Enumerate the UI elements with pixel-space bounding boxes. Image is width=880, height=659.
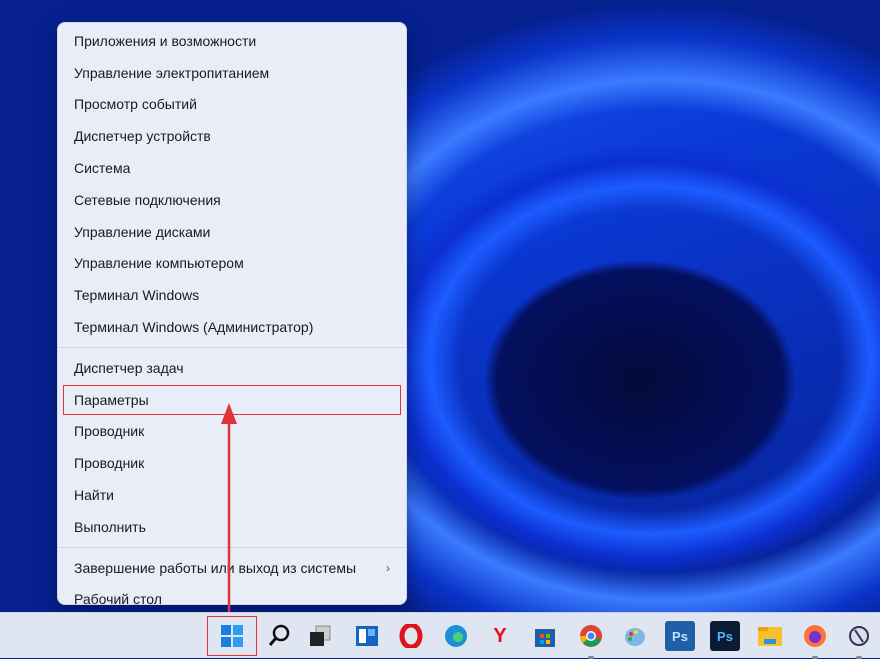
annotation-arrow <box>221 403 237 612</box>
